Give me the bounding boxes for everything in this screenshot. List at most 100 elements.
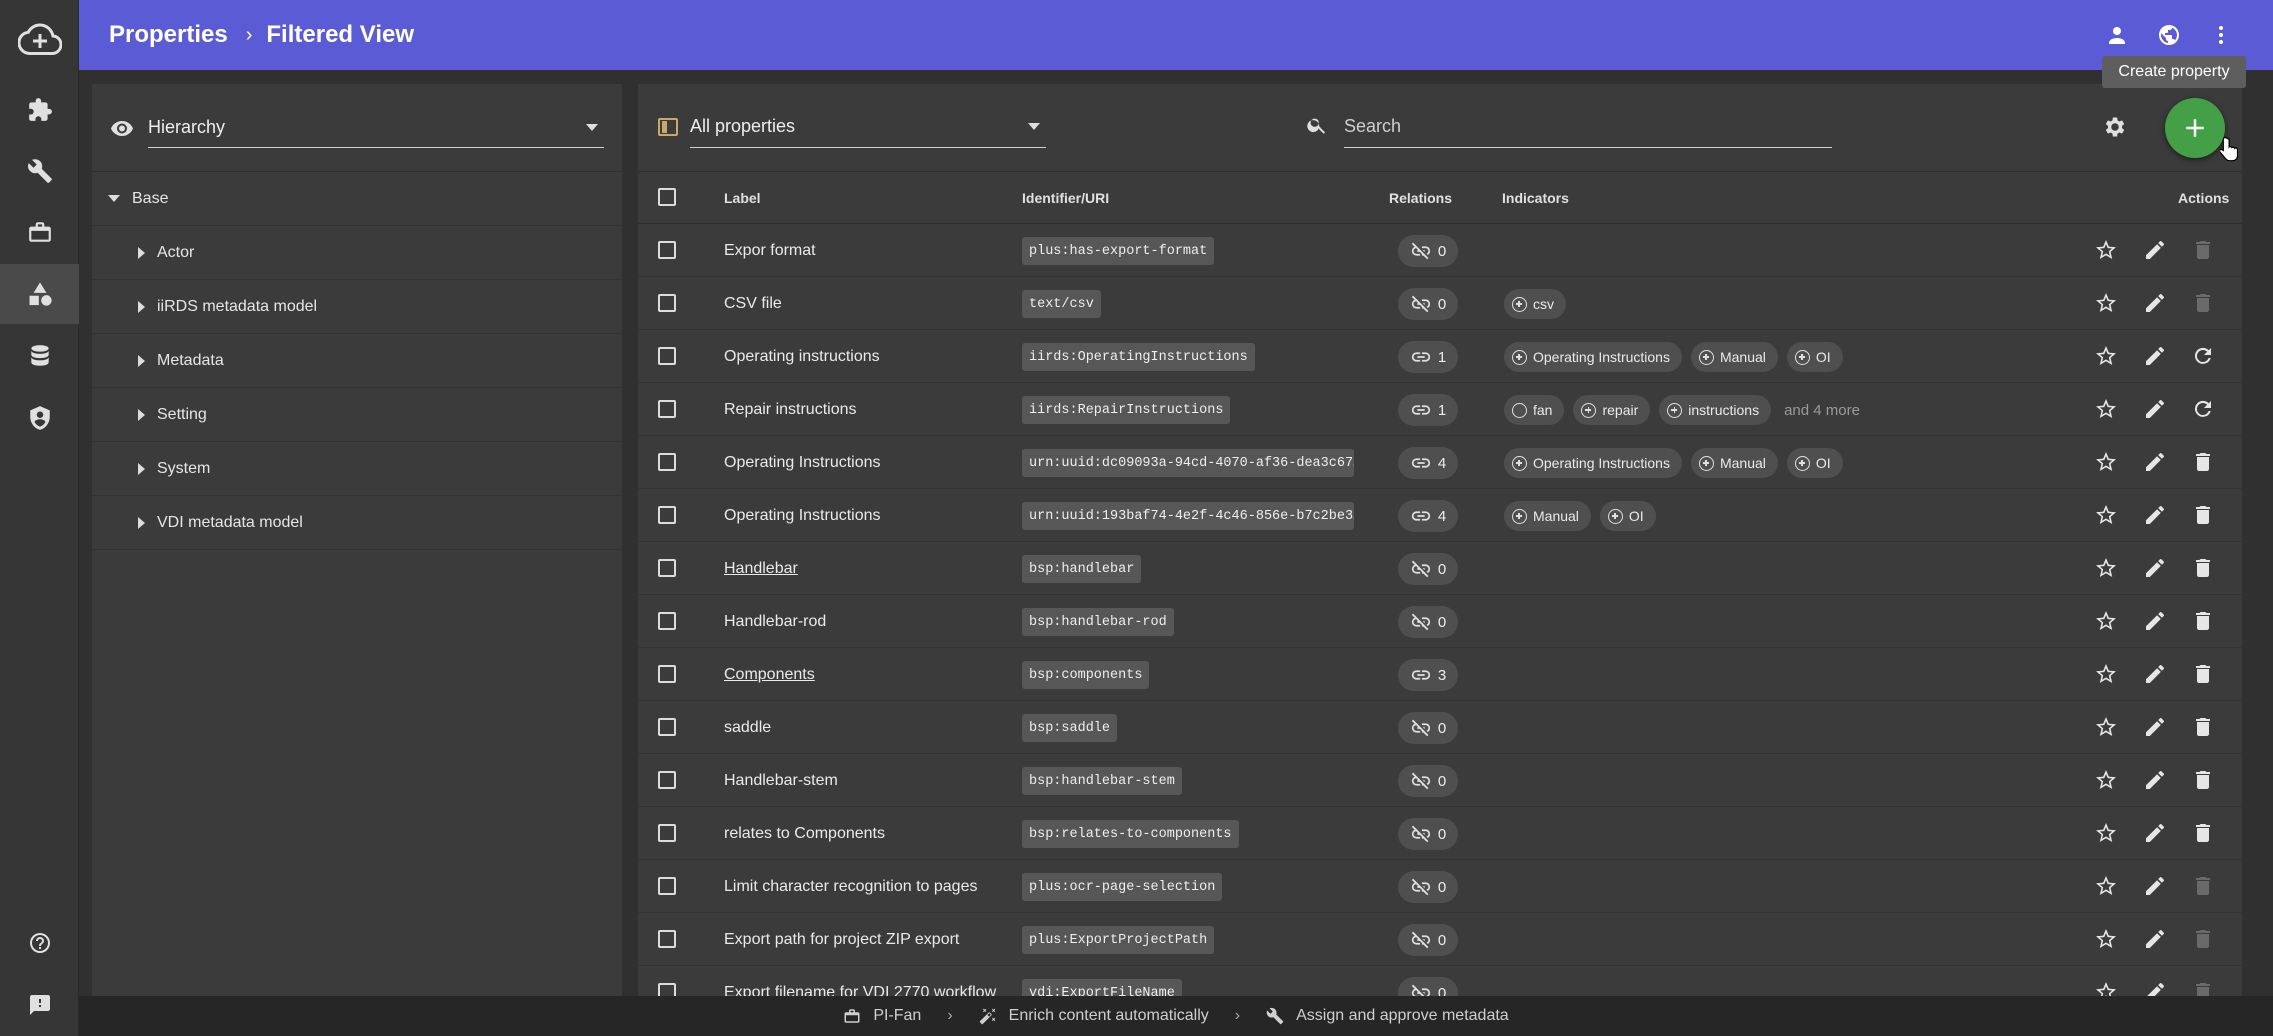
indicator-chip[interactable]: OI bbox=[1786, 448, 1843, 478]
delete-icon[interactable] bbox=[2191, 609, 2215, 633]
row-checkbox[interactable] bbox=[658, 665, 676, 683]
star-icon[interactable] bbox=[2094, 238, 2118, 262]
indicator-chip[interactable]: Manual bbox=[1504, 501, 1591, 531]
edit-pencil-icon[interactable] bbox=[2143, 715, 2167, 739]
delete-icon[interactable] bbox=[2191, 450, 2215, 474]
edit-pencil-icon[interactable] bbox=[2143, 927, 2167, 951]
delete-icon[interactable] bbox=[2191, 503, 2215, 527]
star-icon[interactable] bbox=[2094, 662, 2118, 686]
wrench-icon[interactable] bbox=[0, 141, 79, 201]
column-relations[interactable]: Relations bbox=[1389, 190, 1452, 206]
table-row[interactable]: Repair instructions iirds:RepairInstructi… bbox=[638, 383, 2242, 436]
relations-badge[interactable]: 0 bbox=[1398, 765, 1458, 797]
star-icon[interactable] bbox=[2094, 609, 2118, 633]
tree-node[interactable]: Setting bbox=[92, 388, 622, 442]
row-checkbox[interactable] bbox=[658, 877, 676, 895]
table-row[interactable]: Handlebar bsp:handlebar 0 bbox=[638, 542, 2242, 595]
relations-badge[interactable]: 0 bbox=[1398, 818, 1458, 850]
relations-badge[interactable]: 3 bbox=[1398, 659, 1458, 691]
table-row[interactable]: Handlebar-stem bsp:handlebar-stem 0 bbox=[638, 754, 2242, 807]
feedback-icon[interactable] bbox=[0, 975, 79, 1035]
table-row[interactable]: relates to Components bsp:relates-to-comp… bbox=[638, 807, 2242, 860]
column-label[interactable]: Label bbox=[724, 190, 761, 206]
edit-pencil-icon[interactable] bbox=[2143, 874, 2167, 898]
help-icon[interactable] bbox=[0, 913, 79, 973]
footer-project[interactable]: PI-Fan bbox=[873, 1007, 921, 1025]
shield-user-icon[interactable] bbox=[0, 388, 79, 448]
indicator-chip[interactable]: Manual bbox=[1690, 342, 1778, 372]
relations-badge[interactable]: 0 bbox=[1398, 924, 1458, 956]
star-icon[interactable] bbox=[2094, 291, 2118, 315]
table-row[interactable]: Expor format plus:has-export-format 0 bbox=[638, 224, 2242, 277]
table-row[interactable]: Operating instructions iirds:OperatingIns… bbox=[638, 330, 2242, 383]
tree-node[interactable]: System bbox=[92, 442, 622, 496]
indicator-chip[interactable]: Operating Instructions bbox=[1504, 342, 1682, 372]
edit-pencil-icon[interactable] bbox=[2143, 556, 2167, 580]
select-all-checkbox[interactable] bbox=[658, 188, 676, 206]
more-indicators-link[interactable]: and 4 more bbox=[1784, 402, 1860, 419]
footer-step-assign[interactable]: Assign and approve metadata bbox=[1296, 1007, 1509, 1025]
more-vert-icon[interactable] bbox=[2209, 23, 2233, 47]
hierarchy-select[interactable]: Hierarchy bbox=[148, 108, 604, 148]
table-row[interactable]: Export path for project ZIP export plus:E… bbox=[638, 913, 2242, 966]
tree-node[interactable]: VDI metadata model bbox=[92, 496, 622, 550]
expand-arrow-icon[interactable] bbox=[138, 408, 145, 421]
refresh-icon[interactable] bbox=[2191, 344, 2215, 368]
table-row[interactable]: Handlebar-rod bsp:handlebar-rod 0 bbox=[638, 595, 2242, 648]
star-icon[interactable] bbox=[2094, 397, 2118, 421]
star-icon[interactable] bbox=[2094, 503, 2118, 527]
edit-pencil-icon[interactable] bbox=[2143, 397, 2167, 421]
globe-icon[interactable] bbox=[2157, 23, 2181, 47]
delete-icon[interactable] bbox=[2191, 715, 2215, 739]
table-row[interactable]: Operating Instructions urn:uuid:193baf74-… bbox=[638, 489, 2242, 542]
row-checkbox[interactable] bbox=[658, 453, 676, 471]
star-icon[interactable] bbox=[2094, 821, 2118, 845]
row-checkbox[interactable] bbox=[658, 347, 676, 365]
puzzle-icon[interactable] bbox=[0, 80, 79, 140]
row-label[interactable]: Components bbox=[724, 666, 815, 684]
edit-pencil-icon[interactable] bbox=[2143, 609, 2167, 633]
row-checkbox[interactable] bbox=[658, 983, 676, 996]
star-icon[interactable] bbox=[2094, 450, 2118, 474]
tree-node-base[interactable]: Base bbox=[92, 172, 622, 226]
star-icon[interactable] bbox=[2094, 927, 2118, 951]
database-icon[interactable] bbox=[0, 326, 79, 386]
edit-pencil-icon[interactable] bbox=[2143, 450, 2167, 474]
footer-step-enrich[interactable]: Enrich content automatically bbox=[1009, 1007, 1209, 1025]
row-checkbox[interactable] bbox=[658, 612, 676, 630]
relations-badge[interactable]: 0 bbox=[1398, 288, 1458, 320]
collapse-arrow-icon[interactable] bbox=[108, 195, 120, 202]
indicator-chip[interactable]: fan bbox=[1504, 395, 1565, 425]
delete-icon[interactable] bbox=[2191, 768, 2215, 792]
row-checkbox[interactable] bbox=[658, 506, 676, 524]
row-checkbox[interactable] bbox=[658, 559, 676, 577]
shapes-icon[interactable] bbox=[0, 264, 79, 324]
tree-node[interactable]: iiRDS metadata model bbox=[92, 280, 622, 334]
search-input[interactable] bbox=[1344, 106, 1832, 148]
row-checkbox[interactable] bbox=[658, 241, 676, 259]
indicator-chip[interactable]: OI bbox=[1599, 501, 1656, 531]
table-row[interactable]: Operating Instructions urn:uuid:dc09093a-… bbox=[638, 436, 2242, 489]
indicator-chip[interactable]: csv bbox=[1504, 289, 1566, 319]
tree-node[interactable]: Actor bbox=[92, 226, 622, 280]
briefcase-icon[interactable] bbox=[0, 202, 79, 262]
edit-pencil-icon[interactable] bbox=[2143, 238, 2167, 262]
edit-pencil-icon[interactable] bbox=[2143, 821, 2167, 845]
relations-badge[interactable]: 0 bbox=[1398, 871, 1458, 903]
delete-icon[interactable] bbox=[2191, 821, 2215, 845]
star-icon[interactable] bbox=[2094, 874, 2118, 898]
table-row[interactable]: CSV file text/csv 0 csv bbox=[638, 277, 2242, 330]
star-icon[interactable] bbox=[2094, 715, 2118, 739]
row-checkbox[interactable] bbox=[658, 824, 676, 842]
row-checkbox[interactable] bbox=[658, 771, 676, 789]
expand-arrow-icon[interactable] bbox=[138, 300, 145, 313]
indicator-chip[interactable]: OI bbox=[1786, 342, 1843, 372]
gear-icon[interactable] bbox=[2102, 114, 2128, 140]
edit-pencil-icon[interactable] bbox=[2143, 768, 2167, 792]
expand-arrow-icon[interactable] bbox=[138, 462, 145, 475]
expand-arrow-icon[interactable] bbox=[138, 246, 145, 259]
indicator-chip[interactable]: Operating Instructions bbox=[1504, 448, 1682, 478]
relations-badge[interactable]: 4 bbox=[1398, 500, 1458, 532]
table-row[interactable]: Export filename for VDI 2770 workflow vdi… bbox=[638, 966, 2242, 996]
star-icon[interactable] bbox=[2094, 768, 2118, 792]
